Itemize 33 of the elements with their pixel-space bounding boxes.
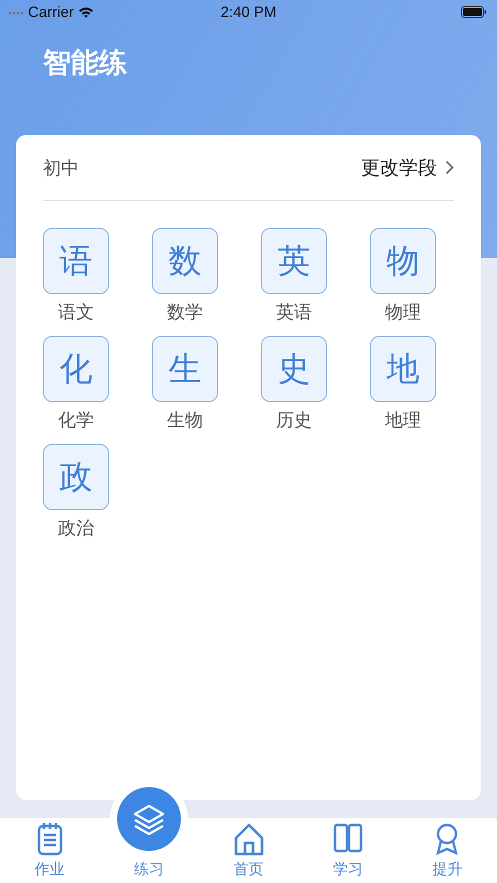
subject-label: 地理: [384, 409, 422, 432]
tab-item[interactable]: 首页: [198, 818, 298, 883]
subject-label: 历史: [275, 409, 313, 432]
tab-item[interactable]: 学习: [298, 818, 398, 883]
subject-label: 数学: [166, 301, 204, 324]
subject-tile[interactable]: 政: [43, 444, 109, 510]
subject-label: 政治: [57, 517, 95, 540]
subject-label: 语文: [57, 301, 95, 324]
status-time: 2:40 PM: [220, 4, 276, 20]
subject-tile[interactable]: 数: [152, 228, 218, 294]
subject-label: 物理: [384, 301, 422, 324]
tab-item[interactable]: 作业: [0, 818, 100, 883]
subject-tile[interactable]: 生: [152, 336, 218, 402]
subject-tile[interactable]: 语: [43, 228, 109, 294]
subject-label: 英语: [275, 301, 313, 324]
chevron-right-icon: [445, 160, 454, 175]
subject-label: 生物: [166, 409, 204, 432]
subject-tile[interactable]: 英: [261, 228, 327, 294]
signal-icon: [8, 9, 24, 15]
tab-item[interactable]: 提升: [398, 818, 497, 883]
subject-tile[interactable]: 化: [43, 336, 109, 402]
subject-tile[interactable]: 物: [370, 228, 436, 294]
page-title: 智能练: [42, 45, 128, 81]
subject-tile[interactable]: 地: [370, 336, 436, 402]
layers-icon: [132, 803, 166, 835]
carrier-name: Carrier: [28, 4, 74, 20]
wifi-icon: [78, 6, 94, 18]
house-icon: [232, 822, 265, 856]
change-grade-link[interactable]: 更改学段: [361, 154, 454, 180]
battery-icon: [461, 6, 487, 18]
grade-label: 初中: [43, 156, 79, 180]
subject-label: 化学: [57, 409, 95, 432]
subject-tile[interactable]: 史: [261, 336, 327, 402]
